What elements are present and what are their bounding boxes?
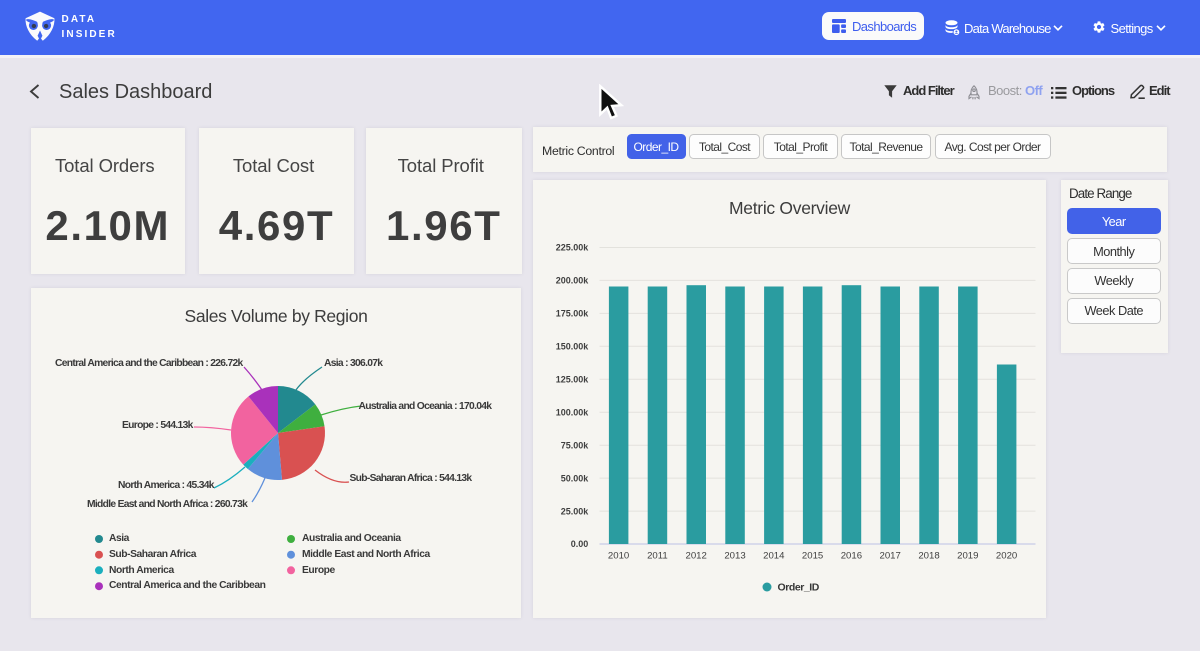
svg-text:175.00k: 175.00k [556,309,590,319]
svg-text:2013: 2013 [724,551,745,562]
svg-text:225.00k: 225.00k [556,243,590,253]
svg-text:2010: 2010 [608,551,629,562]
svg-text:125.00k: 125.00k [556,375,590,385]
svg-text:2015: 2015 [802,551,823,562]
svg-text:2018: 2018 [918,551,939,562]
svg-text:200.00k: 200.00k [556,276,590,286]
svg-text:2017: 2017 [880,551,901,562]
svg-text:2016: 2016 [841,551,862,562]
svg-text:75.00k: 75.00k [561,440,590,450]
svg-text:2011: 2011 [647,551,668,562]
svg-text:Order_ID: Order_ID [778,582,820,594]
svg-text:2019: 2019 [957,551,978,562]
svg-text:100.00k: 100.00k [556,407,590,417]
svg-text:0.00: 0.00 [571,539,589,549]
svg-text:150.00k: 150.00k [556,342,590,352]
svg-text:2012: 2012 [686,551,707,562]
svg-text:2014: 2014 [763,551,785,562]
svg-text:25.00k: 25.00k [561,506,590,516]
svg-text:2020: 2020 [996,551,1017,562]
svg-text:50.00k: 50.00k [561,473,590,483]
